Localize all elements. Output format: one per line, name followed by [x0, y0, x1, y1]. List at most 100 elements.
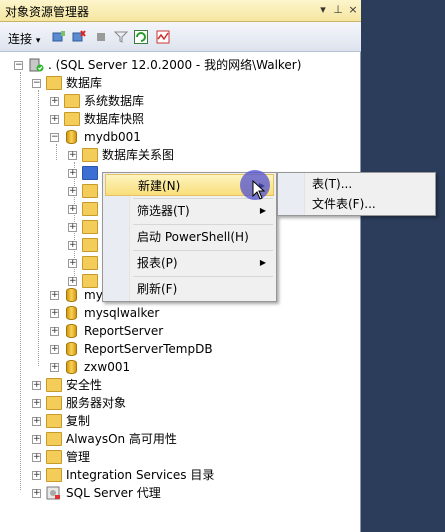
database-icon [66, 130, 77, 144]
folder-icon [46, 468, 62, 482]
expand-icon[interactable]: + [50, 97, 59, 106]
system-databases-label: 系统数据库 [84, 94, 145, 108]
folder-icon [82, 148, 98, 162]
menu-separator [133, 224, 273, 225]
disconnect-icon[interactable] [72, 30, 86, 44]
mysqlwalker-label: mysqlwalker [84, 306, 160, 320]
activity-monitor-icon[interactable] [156, 30, 170, 44]
expand-icon[interactable]: + [32, 417, 41, 426]
collapse-icon[interactable]: − [50, 133, 59, 142]
integration-services-label: Integration Services 目录 [66, 468, 215, 482]
databases-label: 数据库 [66, 76, 103, 90]
mydb001-label: mydb001 [84, 130, 141, 144]
expand-icon[interactable]: + [50, 115, 59, 124]
folder-icon [46, 378, 62, 392]
menu-item-filter[interactable]: 筛选器(T) ▶ [105, 200, 274, 222]
alwayson-label: AlwaysOn 高可用性 [66, 432, 177, 446]
connect-button[interactable]: 连接 ▾ [8, 30, 40, 47]
folder-icon [46, 450, 62, 464]
menu-item-reports[interactable]: 报表(P) ▶ [105, 252, 274, 274]
management-label: 管理 [66, 450, 91, 464]
server-label: . (SQL Server 12.0.2000 - 我的网络\Walker) [48, 58, 302, 72]
server-objects-label: 服务器对象 [66, 396, 127, 410]
close-icon[interactable]: × [346, 3, 360, 17]
filter-icon[interactable] [114, 30, 128, 44]
my-label: my [84, 288, 103, 302]
submenu-item-label: 文件表(F)... [312, 197, 376, 211]
folder-icon [82, 166, 98, 180]
connect-label: 连接 [8, 32, 33, 46]
database-icon [66, 306, 77, 320]
expand-icon[interactable]: + [32, 471, 41, 480]
submenu-new: 表(T)... 文件表(F)... [277, 172, 436, 216]
expand-icon[interactable]: + [32, 399, 41, 408]
folder-icon [46, 414, 62, 428]
folder-icon [64, 94, 80, 108]
mouse-cursor-icon [252, 180, 266, 200]
expand-icon[interactable]: + [68, 277, 77, 286]
expand-icon[interactable]: + [50, 327, 59, 336]
folder-icon [46, 396, 62, 410]
connect-object-explorer-icon[interactable] [52, 30, 66, 44]
submenu-item-filetable[interactable]: 文件表(F)... [280, 193, 435, 215]
expand-icon[interactable]: + [50, 291, 59, 300]
refresh-icon[interactable] [134, 30, 148, 44]
menu-item-label: 刷新(F) [137, 282, 178, 296]
expand-icon[interactable]: + [68, 241, 77, 250]
tree-guide-line [20, 72, 21, 490]
panel-title: 对象资源管理器 [5, 5, 90, 19]
expand-icon[interactable]: + [32, 453, 41, 462]
security-label: 安全性 [66, 378, 103, 392]
database-icon [66, 324, 77, 338]
folder-icon [82, 220, 98, 234]
expand-icon[interactable]: + [50, 345, 59, 354]
sql-agent-label: SQL Server 代理 [66, 486, 161, 500]
replication-label: 复制 [66, 414, 91, 428]
collapse-icon[interactable]: − [32, 79, 41, 88]
expand-icon[interactable]: + [32, 489, 41, 498]
folder-icon [82, 238, 98, 252]
folder-icon [46, 76, 62, 90]
expand-icon[interactable]: + [68, 187, 77, 196]
folder-icon [82, 202, 98, 216]
zxw001-label: zxw001 [84, 360, 131, 374]
expand-icon[interactable]: + [32, 381, 41, 390]
expand-icon[interactable]: + [68, 223, 77, 232]
stop-icon[interactable] [94, 30, 108, 44]
database-icon [66, 288, 77, 302]
server-icon [29, 58, 44, 72]
menu-separator [133, 276, 273, 277]
dropdown-icon[interactable]: ▾ [316, 3, 330, 17]
menu-item-label: 报表(P) [137, 256, 178, 270]
panel-titlebar: 对象资源管理器 ▾ ⊥ × [0, 0, 361, 22]
db-snapshots-label: 数据库快照 [84, 112, 145, 126]
pin-icon[interactable]: ⊥ [331, 3, 345, 17]
expand-icon[interactable]: + [50, 309, 59, 318]
folder-icon [82, 184, 98, 198]
reportserver-label: ReportServer [84, 324, 164, 338]
submenu-item-table[interactable]: 表(T)... [280, 173, 435, 195]
tree-guide-line [38, 90, 39, 366]
db-diagrams-label: 数据库关系图 [102, 148, 175, 162]
menu-item-label: 筛选器(T) [137, 204, 190, 218]
database-icon [66, 360, 77, 374]
folder-icon [46, 432, 62, 446]
expand-icon[interactable]: + [68, 205, 77, 214]
submenu-item-label: 表(T)... [312, 177, 353, 191]
expand-icon[interactable]: + [68, 169, 77, 178]
expand-icon[interactable]: + [32, 435, 41, 444]
collapse-icon[interactable]: − [14, 61, 23, 70]
sql-agent-icon [46, 486, 60, 500]
folder-icon [82, 256, 98, 270]
expand-icon[interactable]: + [50, 363, 59, 372]
reportservertempdb-label: ReportServerTempDB [84, 342, 213, 356]
expand-icon[interactable]: + [68, 259, 77, 268]
explorer-toolbar: 连接 ▾ [0, 22, 361, 52]
menu-item-label: 新建(N) [138, 179, 181, 193]
expand-icon[interactable]: + [68, 151, 77, 160]
menu-item-refresh[interactable]: 刷新(F) [105, 278, 274, 300]
submenu-arrow-icon: ▶ [259, 206, 266, 215]
menu-separator [133, 250, 273, 251]
tree-guide-line [56, 144, 57, 160]
menu-item-powershell[interactable]: 启动 PowerShell(H) [105, 226, 274, 248]
